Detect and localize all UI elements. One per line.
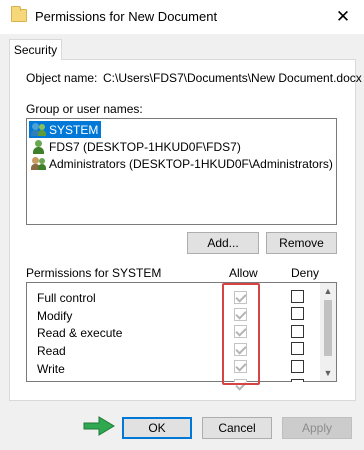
object-name-label: Object name: (26, 71, 98, 85)
scroll-up-icon[interactable]: ▲ (320, 283, 336, 299)
object-name-value: C:\Users\FDS7\Documents\New Document.doc… (103, 71, 362, 85)
deny-checkbox-read[interactable] (291, 342, 304, 355)
user-icon (31, 139, 47, 154)
deny-checkbox-modify[interactable] (291, 307, 304, 320)
close-button[interactable]: ✕ (332, 6, 354, 28)
permission-label-read-execute: Read & execute (37, 326, 123, 340)
ok-button[interactable]: OK (122, 417, 192, 439)
deny-checkbox-full-control[interactable] (291, 290, 304, 303)
user-item-system[interactable]: SYSTEM (29, 121, 102, 138)
cancel-button[interactable]: Cancel (202, 417, 272, 439)
arrow-right-icon (83, 416, 115, 436)
permission-label-modify: Modify (37, 309, 73, 323)
users-list[interactable]: SYSTEM FDS7 (DESKTOP-1HKUD0F\FDS7) Admin… (26, 118, 337, 225)
scrollbar-thumb[interactable] (324, 300, 332, 356)
title-bar: Permissions for New Document ✕ (0, 0, 364, 34)
permissions-scrollbar[interactable]: ▲ ▼ (320, 283, 336, 381)
permission-label-write: Write (37, 362, 65, 376)
user-item-administrators[interactable]: Administrators (DESKTOP-1HKUD0F\Administ… (29, 155, 333, 172)
apply-button[interactable]: Apply (282, 417, 352, 439)
permission-label-full-control: Full control (37, 291, 96, 305)
admin-group-icon (31, 156, 47, 171)
permissions-label: Permissions for SYSTEM (26, 266, 162, 280)
allow-column-header: Allow (229, 266, 258, 280)
user-item-label: Administrators (DESKTOP-1HKUD0F\Administ… (49, 156, 333, 171)
tab-security[interactable]: Security (9, 39, 62, 60)
deny-checkbox-partial (291, 379, 304, 382)
user-item-label: SYSTEM (49, 122, 99, 137)
remove-button[interactable]: Remove (266, 232, 337, 254)
users-group-icon (31, 122, 47, 137)
deny-column-header: Deny (291, 266, 320, 280)
user-item-label: FDS7 (DESKTOP-1HKUD0F\FDS7) (49, 139, 241, 154)
folder-icon (11, 6, 27, 22)
add-button[interactable]: Add... (187, 232, 259, 254)
user-item-fds7[interactable]: FDS7 (DESKTOP-1HKUD0F\FDS7) (29, 138, 241, 155)
deny-checkbox-write[interactable] (291, 360, 304, 373)
permission-label-read: Read (37, 344, 66, 358)
allow-highlight-box (222, 283, 260, 385)
scroll-down-icon[interactable]: ▼ (320, 365, 336, 381)
group-names-label: Group or user names: (26, 102, 143, 116)
window-title: Permissions for New Document (35, 9, 218, 24)
deny-checkbox-read-execute[interactable] (291, 325, 304, 338)
